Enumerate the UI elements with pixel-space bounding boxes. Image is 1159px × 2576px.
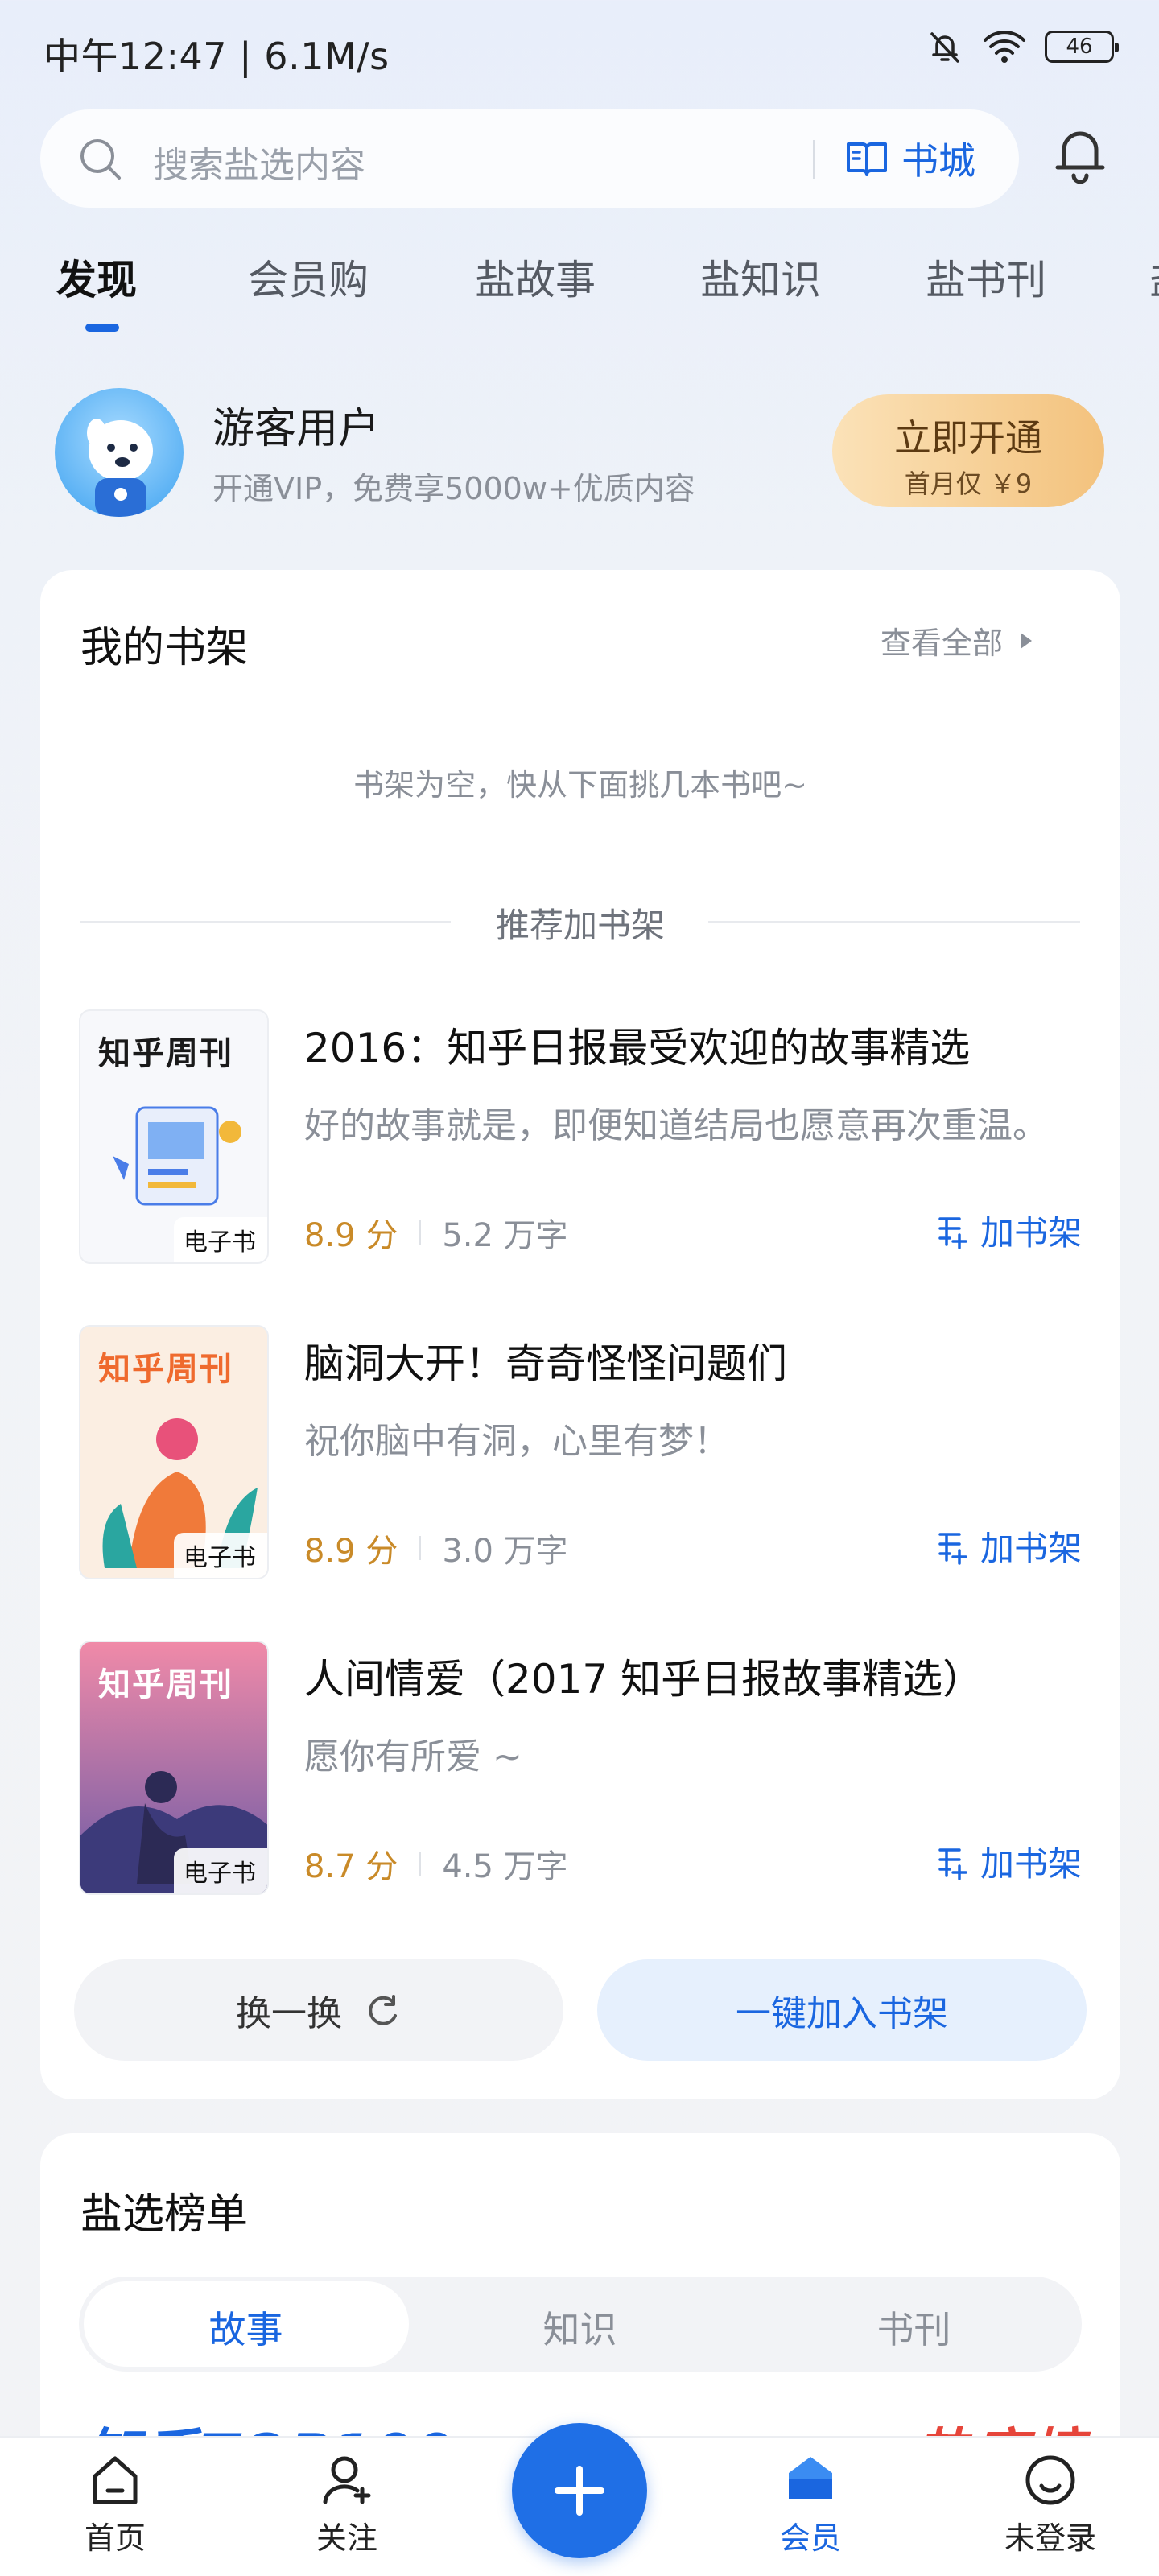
add-to-shelf-button[interactable]: 加书架 <box>935 1521 1082 1571</box>
refresh-button[interactable]: 换一换 <box>74 1959 563 2061</box>
status-time: 中午12:47 | 6.1M/s <box>43 35 390 78</box>
ebook-badge: 电子书 <box>174 1848 267 1893</box>
triangle-right-icon <box>1021 632 1033 649</box>
member-crown-icon <box>789 2457 832 2499</box>
view-all-label: 查看全部 <box>881 625 1004 661</box>
wifi-icon <box>984 31 1025 63</box>
book-item[interactable]: 知乎周刊 电子书 脑洞大开！奇奇怪怪问题们 祝你脑中有洞，心里有梦！ 8.9 分… <box>79 1325 1082 1583</box>
vip-subscribe-button[interactable]: 立即开通 首月仅 ￥9 <box>832 394 1104 507</box>
user-subtitle: 开通VIP，免费享5000w+优质内容 <box>212 471 695 506</box>
ranking-tabs: 故事 知识 书刊 <box>79 2277 1082 2372</box>
nav-member[interactable]: 会员 <box>750 2450 871 2557</box>
ranking-tab-magazines[interactable]: 书刊 <box>747 2301 1081 2354</box>
tab-indicator <box>85 324 119 332</box>
notification-bell-icon[interactable] <box>1050 121 1111 188</box>
add-shelf-icon <box>938 1532 967 1565</box>
book-cover[interactable]: 知乎周刊 电子书 <box>79 1325 269 1579</box>
book-icon <box>847 142 887 176</box>
ranking-tab-knowledge[interactable]: 知识 <box>413 2301 747 2354</box>
user-name[interactable]: 游客用户 <box>212 394 380 455</box>
status-icons: 46 <box>926 27 1119 66</box>
ranking-tab-stories[interactable]: 故事 <box>79 2301 413 2354</box>
meta-separator <box>419 1536 422 1560</box>
search-input[interactable]: 搜索盐选内容 <box>153 136 365 188</box>
avatar[interactable] <box>55 388 184 517</box>
tab-member-shop[interactable]: 会员购 <box>248 248 369 306</box>
book-meta: 8.7 分 4.5 万字 <box>304 1840 568 1887</box>
add-shelf-label: 加书架 <box>980 1529 1082 1568</box>
mute-bell-icon <box>930 32 959 63</box>
book-item[interactable]: 知乎周刊 电子书 2016：知乎日报最受欢迎的故事精选 好的故事就是，即便知道结… <box>79 1009 1082 1267</box>
nav-follow[interactable]: 关注 <box>287 2450 407 2557</box>
nav-follow-label: 关注 <box>316 2520 377 2556</box>
nav-profile[interactable]: 未登录 <box>990 2450 1111 2557</box>
divider <box>708 921 1080 923</box>
bookshelf-title: 我的书架 <box>80 624 249 672</box>
search-divider <box>813 140 815 179</box>
tab-overflow[interactable]: 盐 <box>1149 248 1159 306</box>
meta-separator <box>419 1852 422 1876</box>
book-meta: 8.9 分 5.2 万字 <box>304 1209 568 1256</box>
plus-icon <box>555 2466 604 2516</box>
bookshelf-empty-text: 书架为空，快从下面挑几本书吧~ <box>353 767 807 803</box>
book-item[interactable]: 知乎周刊 电子书 人间情爱（2017 知乎日报故事精选） 愿你有所爱 ~ 8.7… <box>79 1641 1082 1898</box>
bookstore-label: 书城 <box>901 139 975 183</box>
add-to-shelf-button[interactable]: 加书架 <box>935 1837 1082 1886</box>
book-title[interactable]: 人间情爱（2017 知乎日报故事精选） <box>304 1647 983 1705</box>
nav-profile-label: 未登录 <box>1004 2520 1096 2556</box>
nav-home[interactable]: 首页 <box>55 2450 175 2557</box>
search-bar[interactable]: 搜索盐选内容 书城 <box>40 109 1019 208</box>
view-all-link[interactable]: 查看全部 <box>881 618 1033 663</box>
book-cover[interactable]: 知乎周刊 电子书 <box>79 1009 269 1264</box>
refresh-icon <box>369 1995 397 2025</box>
book-description: 好的故事就是，即便知道结局也愿意再次重温。 <box>304 1105 1048 1146</box>
book-word-count: 5.2 万字 <box>442 1217 568 1254</box>
search-icon <box>80 139 121 180</box>
add-shelf-icon <box>938 1847 967 1880</box>
top-tabs: 发现 会员购 盐故事 盐知识 盐书刊 盐 <box>0 238 1159 335</box>
add-shelf-icon <box>938 1216 967 1249</box>
book-score: 8.7 分 <box>304 1848 398 1885</box>
ebook-badge: 电子书 <box>174 1217 267 1262</box>
status-bar: 中午12:47 | 6.1M/s 46 <box>0 0 1159 97</box>
follow-user-icon <box>323 2456 371 2504</box>
book-description: 愿你有所爱 ~ <box>304 1736 522 1777</box>
vip-button-price: 首月仅 ￥9 <box>904 469 1033 499</box>
meta-separator <box>419 1220 422 1245</box>
nav-member-label: 会员 <box>779 2520 841 2556</box>
add-to-shelf-button[interactable]: 加书架 <box>935 1206 1082 1255</box>
book-title[interactable]: 脑洞大开！奇奇怪怪问题们 <box>304 1331 787 1389</box>
ranking-title: 盐选榜单 <box>80 2190 249 2239</box>
mascot-avatar-icon <box>87 419 153 517</box>
add-all-to-shelf-button[interactable]: 一键加入书架 <box>597 1959 1087 2061</box>
book-word-count: 3.0 万字 <box>442 1533 568 1570</box>
create-plus-button[interactable] <box>512 2423 647 2558</box>
battery-icon: 46 <box>1045 31 1119 63</box>
tab-knowledge[interactable]: 盐知识 <box>700 248 821 306</box>
ebook-badge: 电子书 <box>174 1533 267 1578</box>
book-title[interactable]: 2016：知乎日报最受欢迎的故事精选 <box>304 1016 970 1074</box>
book-score: 8.9 分 <box>304 1217 398 1254</box>
home-icon <box>93 2456 138 2504</box>
smiley-profile-icon <box>1025 2455 1075 2505</box>
bookshelf-card: 我的书架 查看全部 书架为空，快从下面挑几本书吧~ 推荐加书架 知乎周刊 电子书… <box>40 570 1120 2099</box>
tab-stories[interactable]: 盐故事 <box>475 248 596 306</box>
nav-home-label: 首页 <box>84 2520 146 2556</box>
book-score: 8.9 分 <box>304 1533 398 1570</box>
book-word-count: 4.5 万字 <box>442 1848 568 1885</box>
bookstore-button[interactable]: 书城 <box>845 129 975 188</box>
book-cover[interactable]: 知乎周刊 电子书 <box>79 1641 269 1895</box>
book-meta: 8.9 分 3.0 万字 <box>304 1525 568 1571</box>
add-shelf-label: 加书架 <box>980 1844 1082 1884</box>
tab-magazines[interactable]: 盐书刊 <box>926 248 1046 306</box>
refresh-label: 换一换 <box>236 1993 342 2034</box>
vip-button-title: 立即开通 <box>894 416 1042 460</box>
add-shelf-label: 加书架 <box>980 1213 1082 1253</box>
book-description: 祝你脑中有洞，心里有梦！ <box>304 1421 729 1462</box>
tab-discover[interactable]: 发现 <box>56 248 137 306</box>
